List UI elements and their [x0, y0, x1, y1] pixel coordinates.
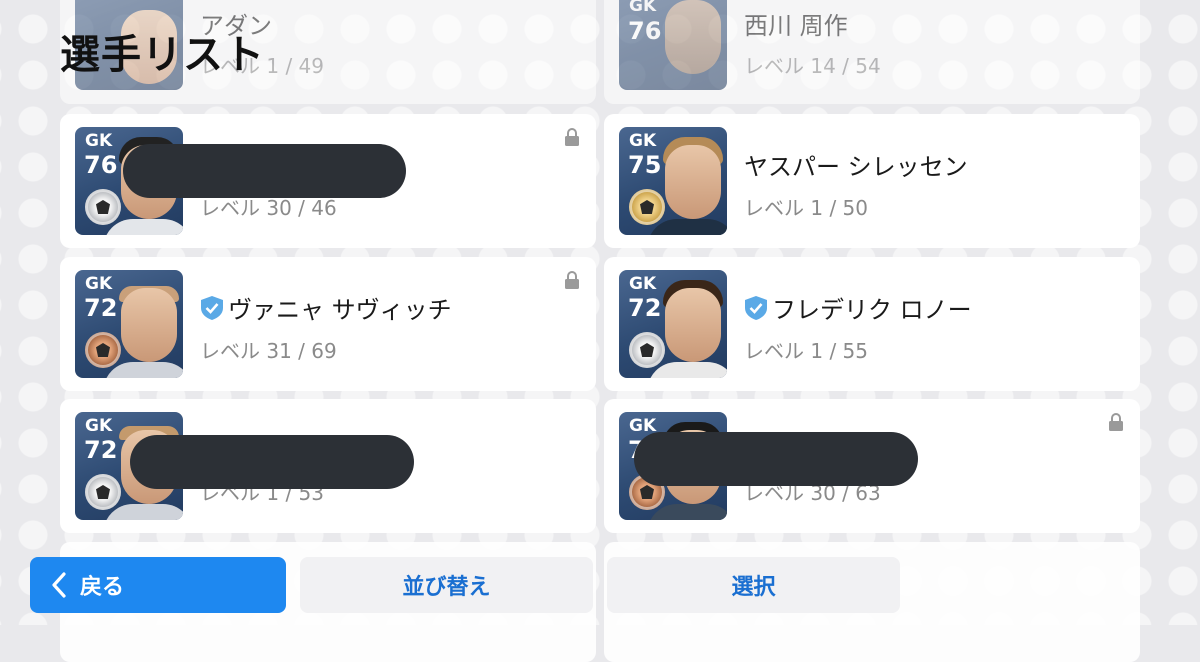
player-level: レベル 14 / 54	[744, 54, 881, 78]
player-name: フレデリク ロノー	[772, 296, 972, 324]
player-card[interactable]: GK 72 ヴァニャ サヴィッチ レベル 31 / 69	[60, 257, 596, 391]
chevron-left-icon	[52, 572, 66, 598]
redaction-bar	[130, 435, 414, 489]
sort-button-label: 並び替え	[402, 575, 491, 600]
player-avatar: GK 76	[619, 0, 727, 90]
sort-button[interactable]: 並び替え	[300, 557, 593, 613]
select-button[interactable]: 選択	[607, 557, 900, 613]
player-name: ヴァニャ サヴィッチ	[228, 296, 452, 324]
player-card[interactable]: GK 75 ヤスパー シレッセン レベル 1 / 50	[604, 114, 1140, 248]
select-button-label: 選択	[731, 575, 776, 600]
player-name-row: フレデリク ロノー	[744, 290, 972, 325]
lock-icon	[565, 271, 579, 289]
page-title: 選手リスト	[60, 32, 265, 78]
back-button[interactable]: 戻る	[30, 557, 286, 613]
rating-value: 72	[84, 294, 118, 322]
medal-icon	[85, 189, 121, 225]
position-label: GK	[629, 131, 657, 151]
medal-icon	[629, 332, 665, 368]
rating-value: 72	[84, 436, 118, 464]
rating-value: 72	[628, 294, 662, 322]
medal-icon	[85, 332, 121, 368]
player-level: レベル 1 / 55	[744, 339, 868, 363]
verified-shield-icon	[201, 296, 223, 320]
verified-shield-icon	[745, 296, 767, 320]
rating-value: 76	[628, 17, 662, 45]
redaction-bar	[634, 432, 918, 486]
position-label: GK	[629, 0, 657, 16]
player-name-row: ヴァニャ サヴィッチ	[200, 290, 452, 325]
back-button-label: 戻る	[80, 575, 125, 600]
position-label: GK	[85, 416, 113, 436]
lock-icon	[1109, 413, 1123, 431]
player-card-partial[interactable]: GK 76 西川 周作 レベル 14 / 54	[604, 0, 1140, 104]
position-label: GK	[85, 274, 113, 294]
player-name: ヤスパー シレッセン	[744, 153, 968, 181]
player-card[interactable]: GK 72 フレデリク ロノー レベル 1 / 55	[604, 257, 1140, 391]
redaction-bar	[123, 144, 406, 198]
position-label: GK	[85, 131, 113, 151]
rating-value: 76	[84, 151, 118, 179]
medal-icon	[85, 474, 121, 510]
player-avatar: GK 72	[619, 270, 727, 378]
medal-icon	[629, 189, 665, 225]
player-avatar: GK 75	[619, 127, 727, 235]
player-level: レベル 31 / 69	[200, 339, 337, 363]
lock-icon	[565, 128, 579, 146]
rating-value: 75	[628, 151, 662, 179]
position-label: GK	[629, 274, 657, 294]
player-avatar: GK 72	[75, 270, 183, 378]
player-level: レベル 1 / 50	[744, 196, 868, 220]
player-name: 西川 周作	[744, 12, 848, 40]
